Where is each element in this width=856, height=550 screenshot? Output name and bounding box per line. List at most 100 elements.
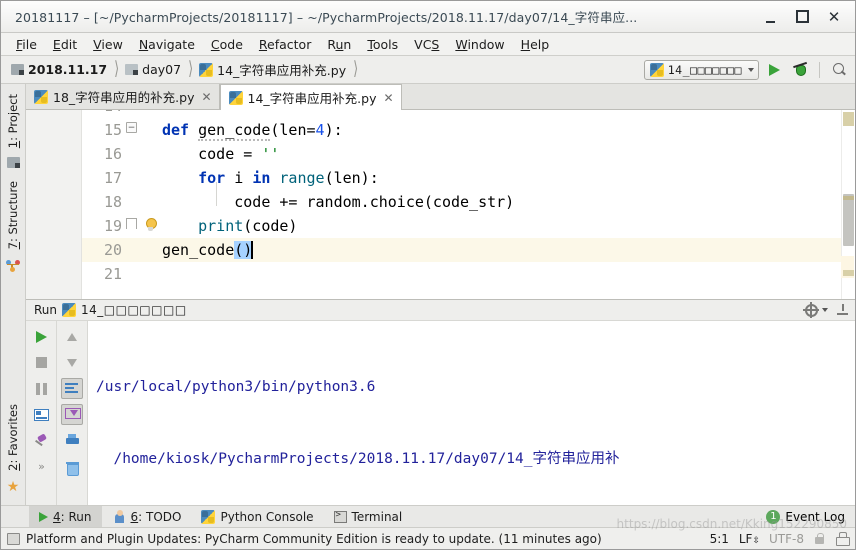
status-message[interactable]: Platform and Plugin Updates: PyCharm Com… — [26, 532, 602, 546]
menu-help[interactable]: Help — [513, 35, 558, 54]
menu-code[interactable]: Code — [203, 35, 251, 54]
monitor-icon[interactable] — [7, 532, 20, 545]
line-separator-label: LF — [738, 531, 753, 546]
file-encoding[interactable]: UTF-8 — [769, 532, 804, 546]
run-settings-button[interactable] — [803, 301, 828, 318]
scrollbar-marker — [843, 270, 854, 276]
soft-wrap-icon — [64, 382, 80, 395]
tool-button-run[interactable]: 4: Run — [29, 505, 102, 528]
breadcrumb-item-day07[interactable]: day07 — [123, 61, 183, 78]
tray-icon[interactable] — [835, 532, 850, 546]
breadcrumb-item-file[interactable]: 14_字符串应用补充.py — [197, 59, 348, 80]
line-number: 19 — [103, 217, 122, 235]
run-configuration-label: 14_□□□□□□□ — [667, 62, 742, 77]
fold-toggle-icon[interactable]: − — [126, 122, 137, 133]
editor-tab-14[interactable]: 14_字符串应用补充.py ✕ — [219, 84, 402, 110]
run-configuration-selector[interactable]: 14_□□□□□□□ — [643, 59, 759, 80]
tool-button-python-console[interactable]: Python Console — [191, 506, 323, 528]
debug-icon — [793, 63, 807, 76]
navbar-actions: 14_□□□□□□□ — [643, 59, 850, 80]
python-file-icon — [34, 89, 48, 104]
todo-icon — [112, 510, 126, 523]
code-lines: 14 15 def gen_code(len=4): − 16 code = '… — [82, 110, 841, 299]
close-button[interactable]: ✕ — [819, 4, 849, 30]
expand-actions-button[interactable]: » — [30, 456, 52, 477]
menu-file-rest: ile — [22, 36, 37, 52]
left-rail-top: 1: Project 7: Structure — [3, 88, 23, 279]
search-icon — [832, 62, 847, 77]
menu-navigate[interactable]: Navigate — [131, 35, 203, 54]
maximize-button[interactable] — [787, 4, 817, 30]
pin-tab-button[interactable] — [30, 430, 52, 451]
rerun-button[interactable] — [30, 326, 52, 347]
gutter-strip — [59, 110, 81, 299]
menu-tools[interactable]: Tools — [359, 35, 406, 54]
code-editor[interactable]: 14 15 def gen_code(len=4): − 16 code = '… — [26, 110, 855, 299]
breadcrumb-item-project[interactable]: 2018.11.17 — [9, 61, 109, 78]
chevron-updown-icon: ⇳ — [752, 535, 760, 546]
line-number: 21 — [103, 265, 122, 283]
run-window-header: Run 14_□□□□□□□ — [26, 299, 855, 321]
menu-run[interactable]: Run — [319, 35, 359, 54]
editor-tab-bar: 18_字符串应用的补充.py ✕ 14_字符串应用补充.py ✕ — [26, 84, 855, 110]
code-row-21: 21 — [82, 262, 841, 286]
intention-bulb-icon[interactable] — [144, 218, 157, 232]
scrollbar-thumb[interactable] — [843, 194, 854, 246]
terminal-icon — [333, 510, 347, 523]
run-button[interactable] — [763, 59, 785, 80]
output-line: /usr/local/python3/bin/python3.6 — [96, 379, 376, 395]
hide-icon[interactable] — [836, 303, 849, 317]
pycharm-window: 20181117 – [~/PycharmProjects/20181117] … — [0, 0, 856, 550]
scroll-to-end-icon — [65, 408, 81, 421]
lock-icon[interactable] — [814, 532, 825, 545]
search-everywhere-button[interactable] — [828, 59, 850, 80]
code-row-19: 19 print(code) — [82, 214, 841, 238]
tool-button-todo[interactable]: 6: TODO — [102, 506, 192, 528]
tool-button-label: Terminal — [351, 509, 403, 524]
fold-end-icon[interactable] — [126, 218, 137, 229]
scrollbar-marker[interactable] — [843, 112, 854, 126]
breadcrumb-separator-icon: ⟩ — [188, 58, 194, 81]
run-tool-window: Run 14_□□□□□□□ » /usr/local/python3/bin/… — [26, 299, 855, 505]
run-console-output[interactable]: /usr/local/python3/bin/python3.6 /home/k… — [88, 321, 855, 505]
menu-file[interactable]: File — [8, 35, 45, 54]
clear-all-button[interactable] — [61, 456, 83, 477]
left-tool-rail: 1: Project 7: Structure 2: Favorites ★ — [1, 84, 26, 505]
stop-button[interactable] — [30, 352, 52, 373]
sidebar-item-project[interactable]: 1: Project — [3, 88, 23, 154]
debug-button[interactable] — [789, 59, 811, 80]
code-row-16: 16 code = '' — [82, 142, 841, 166]
line-separator[interactable]: LF⇳ — [738, 531, 760, 546]
close-icon[interactable]: ✕ — [201, 90, 211, 104]
editor-scrollbar[interactable] — [841, 110, 855, 299]
event-log-button[interactable]: 1 Event Log — [766, 509, 855, 524]
print-button[interactable] — [61, 430, 83, 451]
sidebar-item-favorites[interactable]: 2: Favorites — [3, 398, 23, 477]
menu-window[interactable]: Window — [447, 35, 512, 54]
menu-refactor[interactable]: Refactor — [251, 35, 319, 54]
menu-view[interactable]: View — [85, 35, 131, 54]
console-view-button[interactable] — [30, 404, 52, 425]
menu-vcs[interactable]: VCS — [406, 35, 447, 54]
caret-position[interactable]: 5:1 — [710, 532, 729, 546]
sidebar-item-structure[interactable]: 7: Structure — [3, 175, 23, 255]
code-row-15: 15 def gen_code(len=4): — [82, 118, 841, 142]
soft-wrap-button[interactable] — [61, 378, 83, 399]
gear-icon — [803, 301, 819, 318]
window-controls: ✕ — [755, 4, 849, 30]
minimize-button[interactable] — [755, 4, 785, 30]
editor-tab-18[interactable]: 18_字符串应用的补充.py ✕ — [26, 84, 220, 109]
code-row-20: 20 gen_code() — [82, 238, 841, 262]
pause-button[interactable] — [30, 378, 52, 399]
scrollbar-marker — [843, 196, 854, 200]
line-number: 16 — [103, 145, 122, 163]
menu-edit[interactable]: Edit — [45, 35, 85, 54]
tool-button-terminal[interactable]: Terminal — [324, 506, 413, 528]
breadcrumb-separator-icon: ⟩ — [353, 58, 359, 81]
editor-gutter[interactable] — [26, 110, 82, 299]
scroll-to-end-button[interactable] — [61, 404, 83, 425]
down-button[interactable] — [61, 352, 83, 373]
up-button[interactable] — [61, 326, 83, 347]
print-icon — [65, 434, 80, 447]
close-icon[interactable]: ✕ — [384, 91, 394, 105]
